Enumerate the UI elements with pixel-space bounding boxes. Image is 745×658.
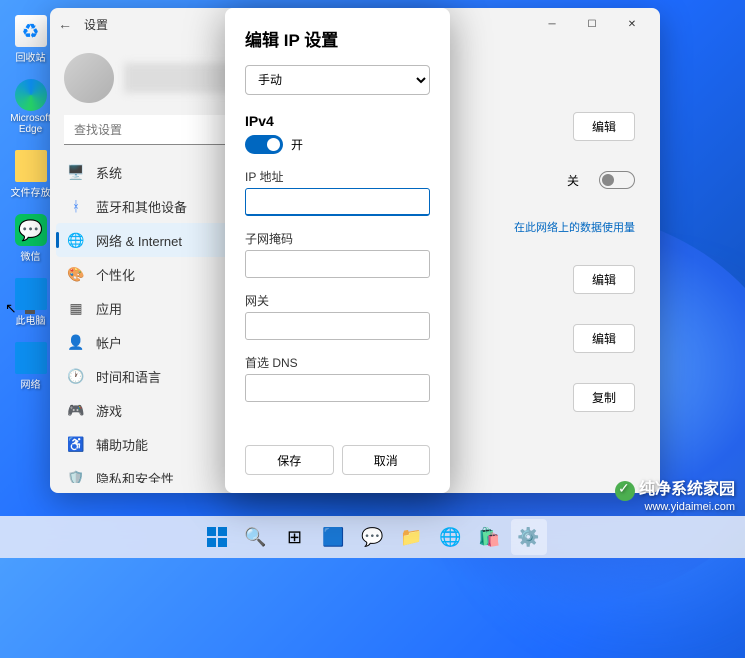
edit-button-2[interactable]: 编辑	[573, 265, 635, 294]
nav-label: 帐户	[96, 333, 122, 352]
user-info-blur	[124, 63, 241, 93]
nav-icon: 🎨	[68, 266, 84, 283]
nav-item-2[interactable]: 🌐 网络 & Internet	[56, 223, 249, 257]
edit-button-1[interactable]: 编辑	[573, 112, 635, 141]
nav-item-0[interactable]: 🖥️ 系统	[56, 155, 249, 189]
nav-label: 应用	[96, 299, 122, 318]
nav-item-7[interactable]: 🎮 游戏	[56, 393, 249, 427]
pc-icon	[15, 278, 47, 310]
wechat-icon: 💬	[15, 214, 47, 246]
cancel-button[interactable]: 取消	[342, 445, 431, 475]
close-button[interactable]: ✕	[612, 10, 652, 38]
nav-icon: 🌐	[68, 232, 84, 249]
nav-icon: ᚼ	[68, 198, 84, 214]
copy-button[interactable]: 复制	[573, 383, 635, 412]
nav-item-3[interactable]: 🎨 个性化	[56, 257, 249, 291]
nav-label: 蓝牙和其他设备	[96, 197, 187, 216]
nav-label: 时间和语言	[96, 367, 161, 386]
dns1-label: 首选 DNS	[245, 354, 430, 371]
nav-icon: 🛡️	[68, 470, 84, 484]
watermark: 纯净系统家园 www.yidaimei.com	[615, 475, 735, 513]
nav-icon: 👤	[68, 334, 84, 351]
start-button[interactable]	[199, 519, 235, 555]
desktop-recycle-bin[interactable]: ♻回收站	[8, 15, 53, 64]
nav-label: 隐私和安全性	[96, 469, 174, 484]
data-usage-link[interactable]: 在此网络上的数据使用量	[514, 219, 635, 235]
nav-icon: 🕐	[68, 368, 84, 385]
maximize-button[interactable]: ☐	[572, 10, 612, 38]
edit-button-3[interactable]: 编辑	[573, 324, 635, 353]
app-title: 设置	[84, 16, 108, 33]
desktop-network[interactable]: 网络	[8, 342, 53, 391]
edge-icon	[15, 79, 47, 111]
nav-item-5[interactable]: 👤 帐户	[56, 325, 249, 359]
subnet-mask-input[interactable]	[245, 250, 430, 278]
search-input[interactable]	[64, 115, 241, 145]
nav-item-6[interactable]: 🕐 时间和语言	[56, 359, 249, 393]
nav-icon: ▦	[68, 300, 84, 317]
desktop-folder[interactable]: 文件存放	[8, 150, 53, 199]
user-block[interactable]	[64, 50, 241, 105]
taskbar: 🔍 ⊞ 🟦 💬 📁 🌐 🛍️ ⚙️	[0, 516, 745, 558]
desktop-edge[interactable]: Microsoft Edge	[8, 79, 53, 135]
subnet-label: 子网掩码	[245, 230, 430, 247]
ip-mode-select[interactable]: 手动	[245, 65, 430, 95]
save-button[interactable]: 保存	[245, 445, 334, 475]
gateway-input[interactable]	[245, 312, 430, 340]
gateway-label: 网关	[245, 292, 430, 309]
watermark-logo-icon	[615, 481, 635, 501]
nav-icon: 🖥️	[68, 164, 84, 181]
nav-label: 系统	[96, 163, 122, 182]
ipv4-heading: IPv4	[245, 113, 430, 129]
nav-item-1[interactable]: ᚼ 蓝牙和其他设备	[56, 189, 249, 223]
recycle-icon: ♻	[15, 15, 47, 47]
nav-item-9[interactable]: 🛡️ 隐私和安全性	[56, 461, 249, 483]
nav-label: 游戏	[96, 401, 122, 420]
nav-label: 网络 & Internet	[96, 231, 182, 250]
edge-taskbar[interactable]: 🌐	[433, 519, 469, 555]
back-button[interactable]: ←	[58, 16, 72, 32]
chat-taskbar[interactable]: 💬	[355, 519, 391, 555]
minimize-button[interactable]: ─	[532, 10, 572, 38]
ip-label: IP 地址	[245, 168, 430, 185]
search-taskbar[interactable]: 🔍	[238, 519, 274, 555]
ip-settings-modal: 编辑 IP 设置 手动 IPv4 开 IP 地址 子网掩码 网关 首选 DNS …	[225, 8, 450, 493]
nav-item-8[interactable]: ♿ 辅助功能	[56, 427, 249, 461]
task-view[interactable]: ⊞	[277, 519, 313, 555]
nav-label: 个性化	[96, 265, 135, 284]
explorer-taskbar[interactable]: 📁	[394, 519, 430, 555]
off-label: 关	[567, 172, 579, 189]
settings-taskbar[interactable]: ⚙️	[511, 519, 547, 555]
nav-item-4[interactable]: ▦ 应用	[56, 291, 249, 325]
widgets[interactable]: 🟦	[316, 519, 352, 555]
nav-icon: ♿	[68, 436, 84, 453]
metered-toggle[interactable]	[599, 171, 635, 189]
desktop-icons: ♻回收站 Microsoft Edge 文件存放 💬微信 此电脑 网络	[8, 15, 53, 391]
nav-icon: 🎮	[68, 402, 84, 419]
store-taskbar[interactable]: 🛍️	[472, 519, 508, 555]
avatar	[64, 53, 114, 103]
nav-label: 辅助功能	[96, 435, 148, 454]
desktop-this-pc[interactable]: 此电脑	[8, 278, 53, 327]
network-icon	[15, 342, 47, 374]
ipv4-toggle[interactable]	[245, 135, 283, 154]
ip-address-input[interactable]	[245, 188, 430, 216]
toggle-on-label: 开	[291, 136, 303, 153]
modal-title: 编辑 IP 设置	[245, 26, 430, 51]
preferred-dns-input[interactable]	[245, 374, 430, 402]
folder-icon	[15, 150, 47, 182]
desktop-wechat[interactable]: 💬微信	[8, 214, 53, 263]
